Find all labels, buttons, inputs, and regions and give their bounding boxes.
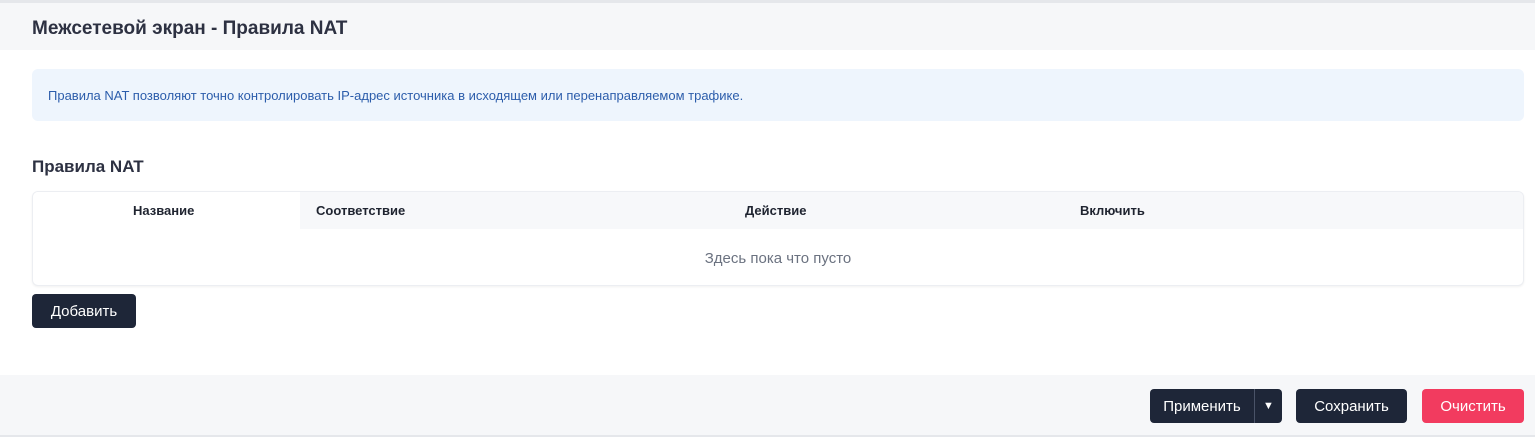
apply-button[interactable]: Применить (1150, 389, 1254, 423)
page-title: Межсетевой экран - Правила NAT (32, 18, 348, 39)
apply-dropdown-toggle[interactable]: ▼ (1255, 389, 1282, 423)
table-empty-message: Здесь пока что пусто (704, 250, 852, 267)
page-header: Межсетевой экран - Правила NAT (0, 3, 1535, 50)
column-header-name[interactable]: Название (133, 203, 194, 218)
caret-down-icon: ▼ (1263, 400, 1274, 412)
section-title: Правила NAT (32, 157, 144, 176)
nat-rules-table: Название Соответствие Действие Включить … (32, 191, 1524, 286)
clear-button[interactable]: Очистить (1422, 389, 1524, 423)
page: Межсетевой экран - Правила NAT Правила N… (0, 0, 1535, 447)
save-button[interactable]: Сохранить (1296, 389, 1407, 423)
column-header-action[interactable]: Действие (745, 203, 806, 218)
table-header: Название Соответствие Действие Включить (33, 192, 1523, 229)
footer-divider (0, 435, 1535, 437)
column-header-match[interactable]: Соответствие (316, 203, 405, 218)
column-header-enable[interactable]: Включить (1080, 203, 1145, 218)
apply-split-button: Применить ▼ (1150, 389, 1282, 423)
info-alert: Правила NAT позволяют точно контролирова… (32, 69, 1524, 121)
info-alert-text: Правила NAT позволяют точно контролирова… (48, 88, 744, 103)
add-rule-button[interactable]: Добавить (32, 294, 136, 328)
